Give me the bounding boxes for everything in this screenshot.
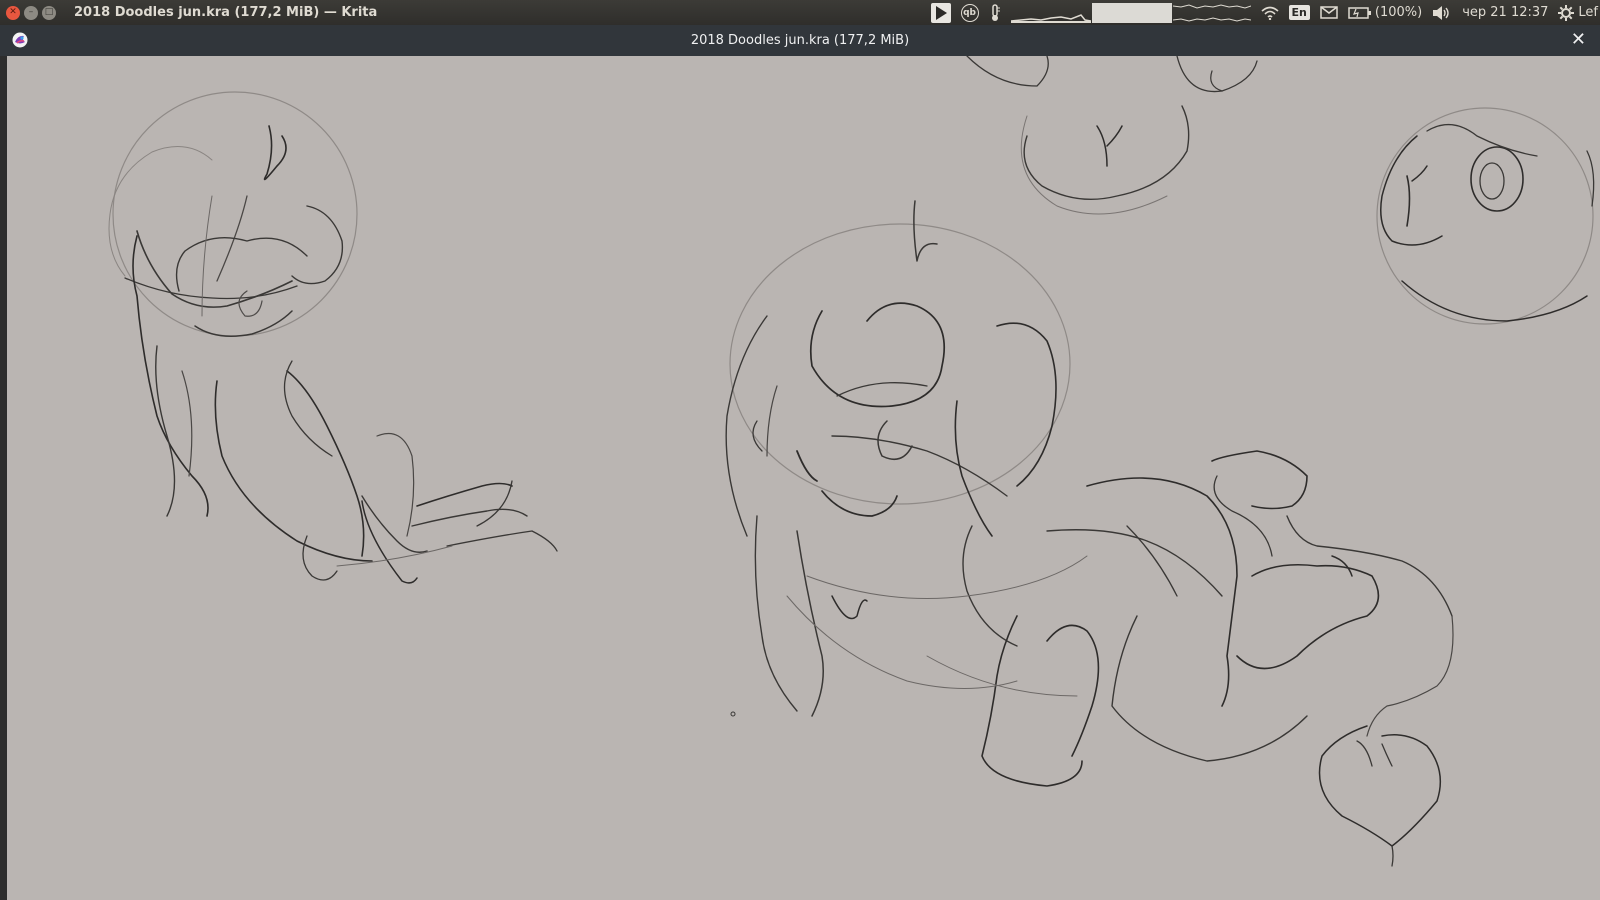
user-name: Lef	[1578, 5, 1598, 20]
minimize-window-button[interactable]: –	[24, 5, 38, 20]
memory-graph	[1091, 2, 1172, 23]
temperature-tray[interactable]	[989, 3, 1001, 23]
maximize-window-button[interactable]: □	[42, 5, 56, 20]
sketch-right-character	[725, 200, 1454, 867]
network-graph	[1172, 3, 1251, 22]
volume-icon	[1433, 5, 1449, 20]
battery-icon	[1348, 6, 1371, 19]
keyboard-layout-indicator: En	[1288, 5, 1310, 20]
datetime-label: чер 21 12:37	[1462, 5, 1549, 20]
close-document-button[interactable]: ✕	[1571, 30, 1586, 50]
session-menu[interactable]: Lef	[1558, 3, 1598, 23]
close-window-button[interactable]: ✕	[6, 5, 20, 20]
battery-percentage: (100%)	[1374, 5, 1423, 20]
left-border	[0, 56, 7, 900]
maximize-icon: □	[44, 7, 54, 17]
sketch-right-face	[1376, 107, 1595, 325]
battery-tray[interactable]: (100%)	[1348, 3, 1422, 23]
top-panel: ✕ – □ 2018 Doodles jun.kra (177,2 MiB) —…	[0, 0, 1600, 25]
app-title: 2018 Doodles jun.kra (177,2 MiB) — Krita	[74, 5, 378, 20]
cpu-graph	[1010, 13, 1091, 23]
qbittorrent-icon: qb	[960, 3, 979, 22]
keyboard-layout-tray[interactable]: En	[1288, 3, 1310, 23]
gear-icon	[1558, 4, 1575, 21]
close-icon: ✕	[1570, 29, 1586, 50]
document-title: 2018 Doodles jun.kra (177,2 MiB)	[690, 33, 910, 48]
drawing-canvas[interactable]	[7, 56, 1600, 900]
wifi-icon	[1261, 6, 1279, 20]
close-icon: ✕	[9, 7, 17, 17]
mail-tray[interactable]	[1320, 3, 1338, 23]
system-tray: qb En (100%) чер 21 12:37 Lef	[930, 0, 1600, 25]
qbittorrent-tray[interactable]: qb	[960, 3, 979, 23]
window-controls: ✕ – □	[6, 5, 56, 20]
sketch-artwork	[108, 56, 1595, 867]
brush-cursor	[730, 711, 736, 717]
clock-tray[interactable]: чер 21 12:37	[1462, 3, 1548, 23]
media-play-button[interactable]	[930, 2, 951, 23]
document-title-bar: 2018 Doodles jun.kra (177,2 MiB) ✕	[0, 25, 1600, 56]
volume-tray[interactable]	[1432, 3, 1452, 23]
sketch-top-head	[966, 56, 1258, 215]
krita-logo-icon	[12, 32, 28, 48]
mail-icon	[1320, 6, 1338, 19]
system-load-monitor[interactable]	[1010, 2, 1251, 23]
temperature-icon	[991, 3, 1000, 21]
minimize-icon: –	[28, 7, 34, 17]
wifi-tray[interactable]	[1261, 3, 1279, 23]
play-icon	[935, 5, 947, 20]
sketch-left-character	[108, 91, 558, 584]
